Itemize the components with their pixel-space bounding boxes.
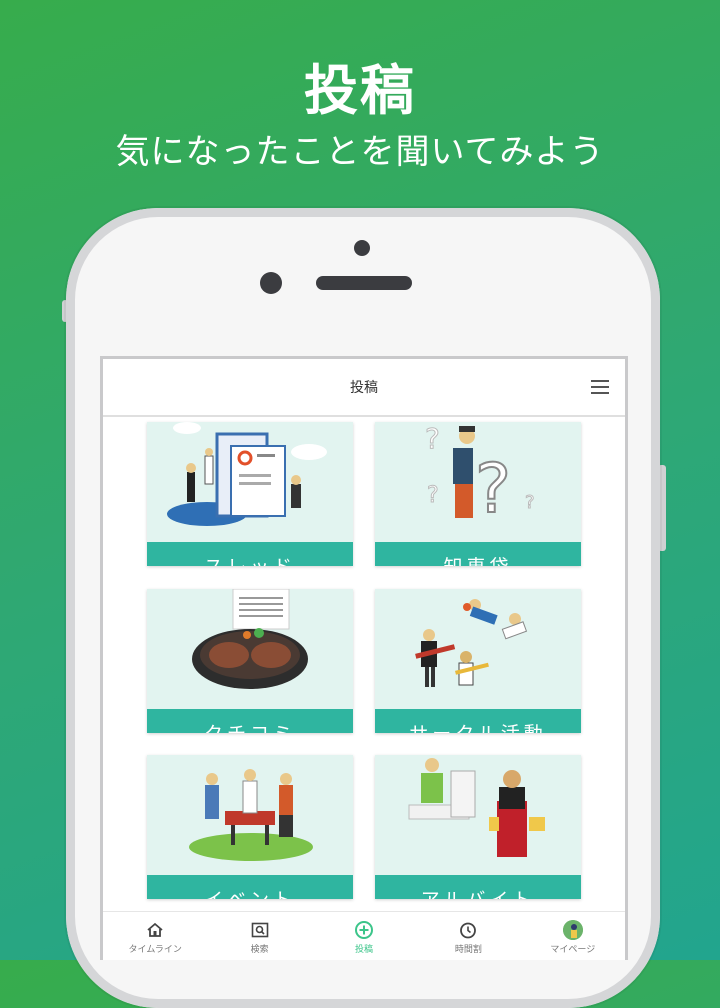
search-icon	[250, 920, 270, 940]
svg-text:?: ?	[475, 450, 511, 529]
card-circle-activity[interactable]: サークル活動	[375, 589, 581, 733]
card-chiebukuro[interactable]: ? ? ? ? 知恵袋	[375, 422, 581, 566]
card-label-bar: イベント	[147, 875, 353, 899]
card-label: クチコミ	[147, 719, 353, 733]
card-thread[interactable]: スレッド	[147, 422, 353, 566]
avatar-icon	[562, 920, 583, 940]
thread-illustration	[167, 422, 327, 526]
home-icon	[145, 920, 165, 940]
card-event[interactable]: イベント	[147, 755, 353, 899]
phone-sensor	[354, 240, 370, 256]
card-label: 知恵袋	[375, 552, 581, 566]
card-label: イベント	[147, 885, 353, 899]
phone-speaker	[316, 276, 412, 290]
tab-timeline[interactable]: タイムライン	[103, 912, 207, 960]
card-label-bar: サークル活動	[375, 709, 581, 733]
svg-text:?: ?	[425, 422, 440, 455]
card-part-time[interactable]: アルバイト	[375, 755, 581, 899]
app-screen: 投稿 スレッド ? ? ? ?	[100, 356, 628, 960]
tab-mypage[interactable]: マイページ	[521, 912, 625, 960]
bottom-tab-bar: タイムライン 検索 投稿 時間割 マイページ	[103, 911, 625, 960]
card-label-bar: 知恵袋	[375, 542, 581, 566]
svg-text:?: ?	[427, 483, 439, 508]
card-kuchikomi[interactable]: クチコミ	[147, 589, 353, 733]
phone-camera	[260, 272, 282, 294]
card-label: スレッド	[147, 552, 353, 566]
tab-label: 時間割	[454, 945, 482, 955]
clock-icon	[458, 920, 478, 940]
tab-label: 検索	[250, 945, 269, 955]
tab-timetable[interactable]: 時間割	[416, 912, 520, 960]
add-circle-icon	[354, 920, 374, 940]
tab-label: マイページ	[550, 945, 596, 955]
promo-title: 投稿	[304, 59, 416, 122]
card-label-bar: アルバイト	[375, 875, 581, 899]
svg-text:?: ?	[525, 492, 535, 513]
tab-label: タイムライン	[128, 945, 182, 955]
part-time-illustration	[408, 758, 545, 857]
card-label: アルバイト	[375, 885, 581, 899]
grill-illustration	[192, 589, 308, 689]
card-label: サークル活動	[375, 719, 581, 733]
tab-search[interactable]: 検索	[207, 912, 311, 960]
card-label-bar: クチコミ	[147, 709, 353, 733]
tab-label: 投稿	[355, 945, 374, 955]
circle-activity-illustration	[415, 599, 528, 687]
event-bbq-illustration	[189, 769, 313, 861]
card-label-bar: スレッド	[147, 542, 353, 566]
tab-post[interactable]: 投稿	[312, 912, 416, 960]
hamburger-menu-icon[interactable]	[591, 380, 609, 394]
question-illustration: ? ? ? ?	[425, 422, 536, 530]
promo-subtitle: 気になったことを聞いてみよう	[115, 132, 605, 172]
app-header: 投稿	[103, 359, 625, 417]
page-title: 投稿	[350, 380, 378, 396]
